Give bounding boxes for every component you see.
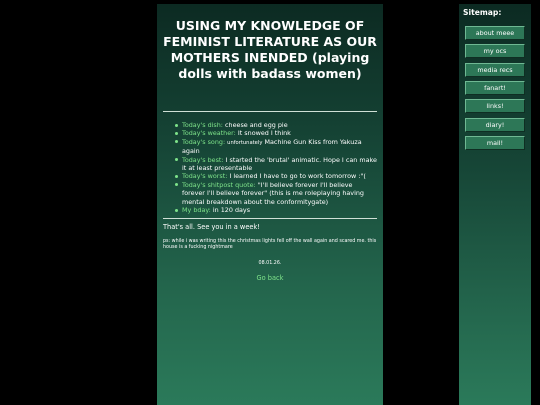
item-label: Today's weather: — [182, 129, 236, 138]
nav-media-recs-button[interactable]: media recs — [465, 63, 525, 77]
diary-entry-panel: USING MY KNOWLEDGE OF FEMINIST LITERATUR… — [157, 4, 383, 405]
divider — [163, 218, 377, 220]
list-item: My bday: in 120 days — [175, 206, 377, 214]
bullet-icon — [175, 208, 178, 212]
item-label: Today's shitpost quote: — [182, 180, 256, 189]
nav-mail-button[interactable]: mail! — [465, 136, 525, 150]
bullet-icon — [175, 175, 178, 179]
bullet-icon — [175, 123, 178, 127]
ps-note: ps: while i was writing this the christm… — [163, 239, 377, 251]
bullet-icon — [175, 140, 178, 144]
item-value: It snowed I think — [237, 129, 291, 138]
nav-about-me-button[interactable]: about meee — [465, 26, 525, 40]
list-item: Today's weather: It snowed I think — [175, 129, 377, 137]
bullet-icon — [175, 132, 178, 135]
item-label: Today's dish: — [182, 121, 223, 129]
list-item: Today's dish: cheese and egg pie — [175, 121, 377, 129]
nav-links-button[interactable]: links! — [465, 99, 525, 113]
item-prefix: unfortunately — [227, 139, 263, 146]
bullet-icon — [175, 158, 178, 162]
nav-diary-button[interactable]: diary! — [465, 118, 525, 132]
sitemap-title: Sitemap: — [463, 8, 502, 17]
item-label: Today's best: — [182, 155, 224, 164]
list-item: Today's best: I started the 'brutal' ani… — [175, 156, 377, 173]
list-item: Today's worst: I learned I have to go to… — [175, 172, 377, 180]
sitemap-sidebar: Sitemap: about meee my ocs media recs fa… — [459, 4, 531, 405]
nav-fanart-button[interactable]: fanart! — [465, 81, 525, 95]
item-label: Today's song: — [182, 137, 226, 146]
go-back-link[interactable]: Go back — [163, 274, 377, 282]
divider — [163, 111, 377, 112]
item-label: Today's worst: — [182, 172, 228, 181]
list-item: Today's shitpost quote: "I'll believe fo… — [175, 181, 377, 206]
nav-my-ocs-button[interactable]: my ocs — [465, 44, 525, 58]
page-title: USING MY KNOWLEDGE OF FEMINIST LITERATUR… — [163, 18, 377, 81]
daily-status-list: Today's dish: cheese and egg pie Today's… — [163, 121, 377, 214]
bullet-icon — [175, 183, 178, 187]
post-date: 08.01.26. — [258, 261, 282, 267]
sign-off-text: That's all. See you in a week! — [163, 223, 260, 232]
item-value: cheese and egg pie — [225, 121, 288, 129]
item-value: I learned I have to go to work tomorrow … — [229, 172, 366, 181]
item-value: in 120 days — [212, 206, 251, 215]
list-item: Today's song: unfortunately Machine Gun … — [175, 138, 377, 156]
item-label: My bday: — [182, 206, 211, 215]
